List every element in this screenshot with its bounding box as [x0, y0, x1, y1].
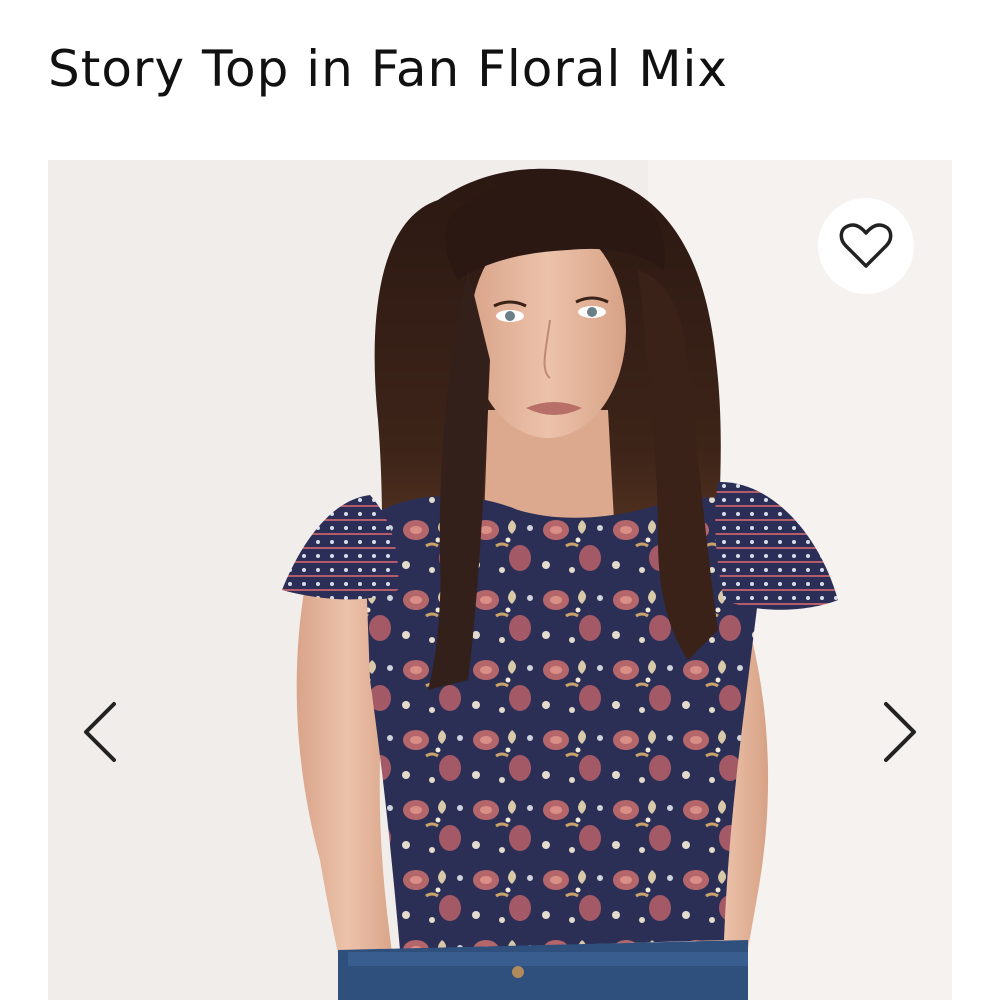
chevron-left-icon — [84, 702, 116, 762]
heart-outline-icon — [839, 223, 893, 268]
previous-image-button[interactable] — [70, 692, 130, 772]
next-image-button[interactable] — [870, 692, 930, 772]
product-photo — [48, 160, 952, 1000]
chevron-right-icon — [884, 702, 916, 762]
product-image-gallery[interactable] — [48, 160, 952, 1000]
favorite-button[interactable] — [818, 198, 914, 294]
product-title: Story Top in Fan Floral Mix — [48, 40, 728, 98]
product-page: Story Top in Fan Floral Mix — [0, 0, 1000, 1000]
